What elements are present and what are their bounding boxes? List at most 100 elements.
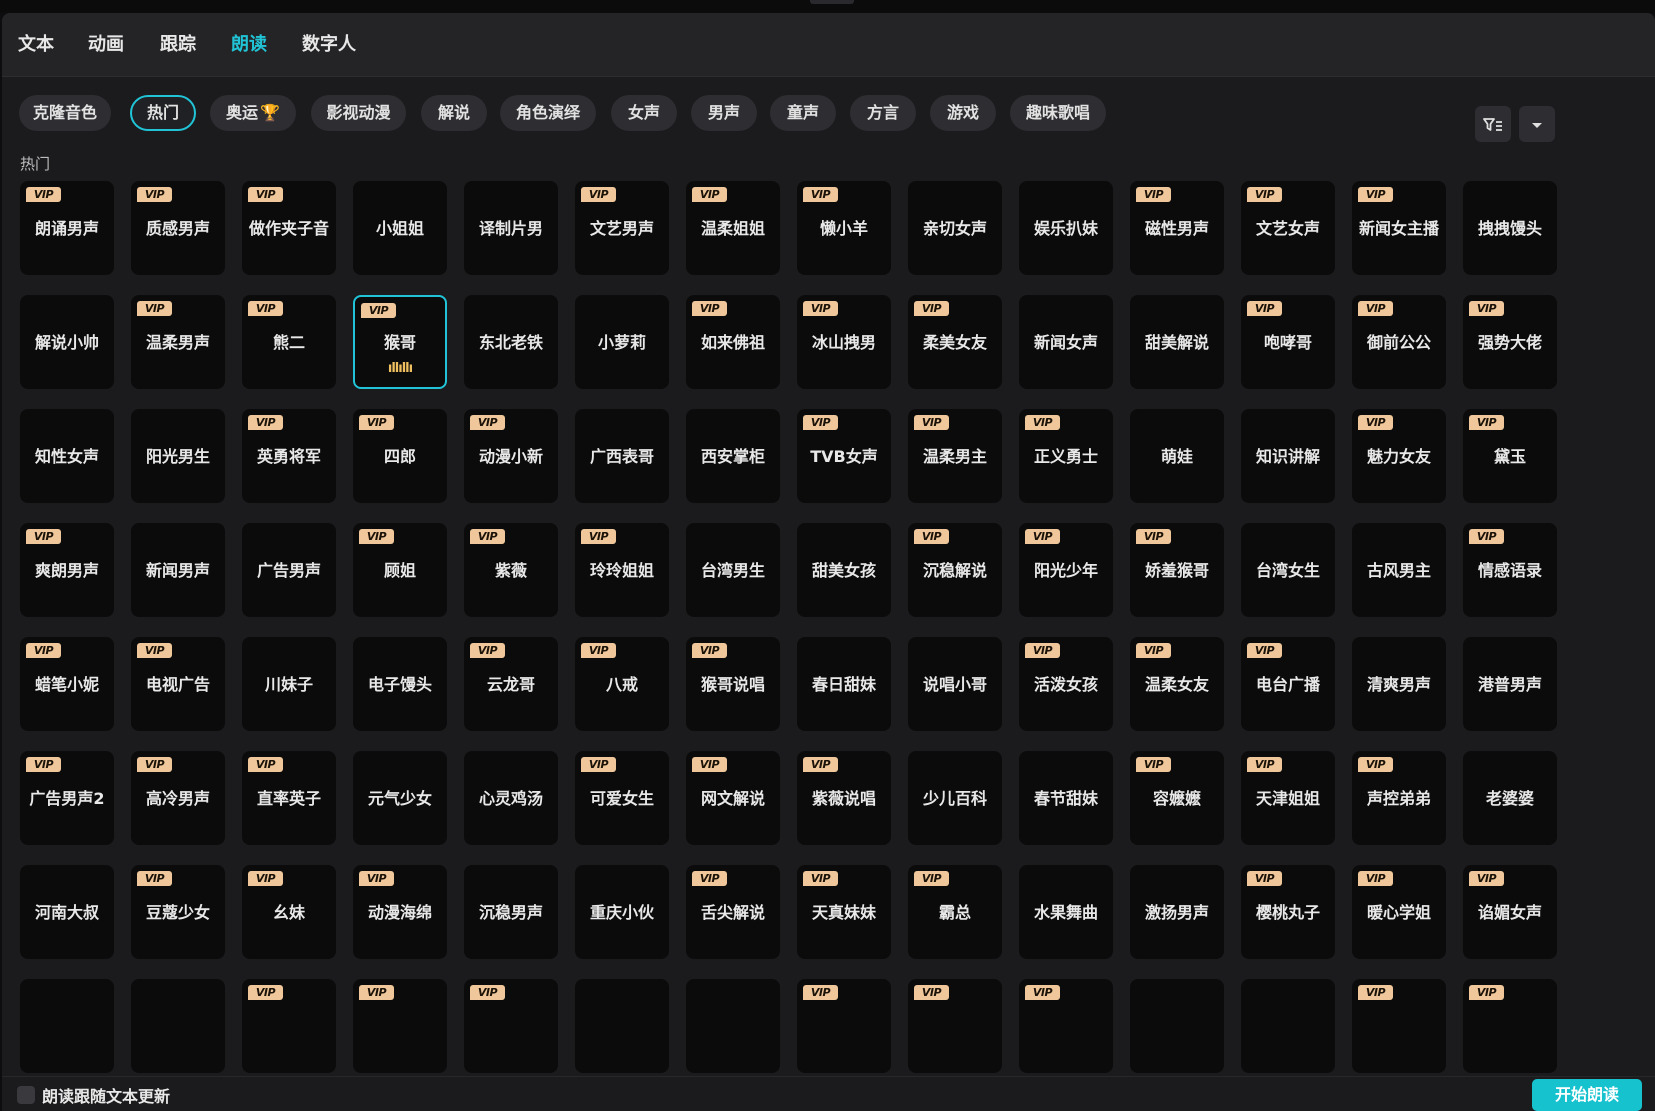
- voice-card[interactable]: 亲切女声: [908, 181, 1002, 275]
- filter-hot[interactable]: 热门: [130, 95, 196, 131]
- filter-role-play[interactable]: 角色演绎: [500, 95, 596, 131]
- voice-card[interactable]: VIP 猴哥 ıllıllı: [353, 295, 447, 389]
- voice-card[interactable]: [131, 979, 225, 1073]
- voice-card[interactable]: VIP: [353, 979, 447, 1073]
- voice-card[interactable]: VIP 咆哮哥: [1241, 295, 1335, 389]
- voice-card[interactable]: VIP 直率英子: [242, 751, 336, 845]
- voice-card[interactable]: VIP: [1019, 979, 1113, 1073]
- voice-card[interactable]: 沉稳男声: [464, 865, 558, 959]
- filter-sort-button[interactable]: [1475, 106, 1511, 142]
- voice-card[interactable]: VIP 豆蔻少女: [131, 865, 225, 959]
- voice-card[interactable]: 河南大叔: [20, 865, 114, 959]
- voice-card[interactable]: VIP 质感男声: [131, 181, 225, 275]
- voice-card[interactable]: VIP 紫薇: [464, 523, 558, 617]
- filter-male-voice[interactable]: 男声: [691, 95, 757, 131]
- tab-animation[interactable]: 动画: [88, 33, 124, 57]
- voice-card[interactable]: VIP 柔美女友: [908, 295, 1002, 389]
- voice-card[interactable]: VIP 阳光少年: [1019, 523, 1113, 617]
- voice-card[interactable]: 新闻女声: [1019, 295, 1113, 389]
- filter-film-anime[interactable]: 影视动漫: [311, 95, 406, 131]
- voice-card[interactable]: VIP 电台广播: [1241, 637, 1335, 731]
- voice-card[interactable]: VIP 樱桃丸子: [1241, 865, 1335, 959]
- voice-card[interactable]: 新闻男声: [131, 523, 225, 617]
- voice-card[interactable]: VIP TVB女声: [797, 409, 891, 503]
- voice-card[interactable]: VIP 温柔男声: [131, 295, 225, 389]
- start-reading-button[interactable]: 开始朗读: [1532, 1079, 1642, 1111]
- voice-card[interactable]: VIP 幺妹: [242, 865, 336, 959]
- voice-card[interactable]: 知性女声: [20, 409, 114, 503]
- voice-card[interactable]: VIP 娇羞猴哥: [1130, 523, 1224, 617]
- voice-card[interactable]: 清爽男声: [1352, 637, 1446, 731]
- voice-card[interactable]: VIP: [464, 979, 558, 1073]
- tab-read-aloud[interactable]: 朗读: [231, 33, 267, 57]
- voice-card[interactable]: 古风男主: [1352, 523, 1446, 617]
- voice-card[interactable]: VIP 冰山拽男: [797, 295, 891, 389]
- voice-card[interactable]: 心灵鸡汤: [464, 751, 558, 845]
- voice-card[interactable]: VIP 紫薇说唱: [797, 751, 891, 845]
- voice-card[interactable]: VIP 猴哥说唱: [686, 637, 780, 731]
- tab-text[interactable]: 文本: [18, 33, 54, 57]
- voice-card[interactable]: VIP 容嬷嬷: [1130, 751, 1224, 845]
- tab-digital-human[interactable]: 数字人: [302, 33, 356, 57]
- voice-card[interactable]: VIP 温柔男主: [908, 409, 1002, 503]
- filter-child-voice[interactable]: 童声: [770, 95, 836, 131]
- voice-card[interactable]: VIP 广告男声2: [20, 751, 114, 845]
- voice-card[interactable]: 老婆婆: [1463, 751, 1557, 845]
- voice-card[interactable]: 重庆小伙: [575, 865, 669, 959]
- voice-card[interactable]: 小萝莉: [575, 295, 669, 389]
- voice-card[interactable]: 春节甜妹: [1019, 751, 1113, 845]
- voice-card[interactable]: VIP 新闻女主播: [1352, 181, 1446, 275]
- voice-card[interactable]: 水果舞曲: [1019, 865, 1113, 959]
- drag-handle[interactable]: [810, 0, 854, 4]
- voice-card[interactable]: 台湾女生: [1241, 523, 1335, 617]
- voice-card[interactable]: VIP 温柔女友: [1130, 637, 1224, 731]
- voice-card[interactable]: VIP 玲玲姐姐: [575, 523, 669, 617]
- voice-card[interactable]: VIP: [797, 979, 891, 1073]
- voice-card[interactable]: VIP 可爱女生: [575, 751, 669, 845]
- voice-card[interactable]: VIP 朗诵男声: [20, 181, 114, 275]
- voice-card[interactable]: 元气少女: [353, 751, 447, 845]
- filter-olympics[interactable]: 奥运 🏆: [210, 95, 296, 131]
- filter-fun-singing[interactable]: 趣味歌唱: [1010, 95, 1106, 131]
- voice-card[interactable]: 甜美解说: [1130, 295, 1224, 389]
- voice-card[interactable]: 广西表哥: [575, 409, 669, 503]
- voice-card[interactable]: VIP 云龙哥: [464, 637, 558, 731]
- voice-card[interactable]: 激扬男声: [1130, 865, 1224, 959]
- voice-card[interactable]: VIP 文艺女声: [1241, 181, 1335, 275]
- voice-card[interactable]: VIP 熊二: [242, 295, 336, 389]
- voice-card[interactable]: VIP 动漫海绵: [353, 865, 447, 959]
- voice-card[interactable]: 港普男声: [1463, 637, 1557, 731]
- voice-card[interactable]: [20, 979, 114, 1073]
- voice-card[interactable]: VIP 蜡笔小妮: [20, 637, 114, 731]
- voice-card[interactable]: VIP 爽朗男声: [20, 523, 114, 617]
- filter-narration[interactable]: 解说: [421, 95, 487, 131]
- voice-card[interactable]: 广告男声: [242, 523, 336, 617]
- voice-card[interactable]: VIP: [1352, 979, 1446, 1073]
- voice-card[interactable]: 译制片男: [464, 181, 558, 275]
- expand-categories-button[interactable]: [1519, 106, 1555, 142]
- voice-card[interactable]: VIP 沉稳解说: [908, 523, 1002, 617]
- voice-card[interactable]: 西安掌柜: [686, 409, 780, 503]
- voice-card[interactable]: VIP 网文解说: [686, 751, 780, 845]
- voice-card[interactable]: VIP 动漫小新: [464, 409, 558, 503]
- voice-card[interactable]: VIP 高冷男声: [131, 751, 225, 845]
- voice-card[interactable]: [686, 979, 780, 1073]
- voice-card[interactable]: VIP 顾姐: [353, 523, 447, 617]
- filter-game[interactable]: 游戏: [930, 95, 996, 131]
- voice-card[interactable]: 少儿百科: [908, 751, 1002, 845]
- voice-card[interactable]: 川妹子: [242, 637, 336, 731]
- voice-card[interactable]: VIP 霸总: [908, 865, 1002, 959]
- voice-card[interactable]: VIP 做作夹子音: [242, 181, 336, 275]
- voice-card[interactable]: 东北老铁: [464, 295, 558, 389]
- voice-card[interactable]: 台湾男生: [686, 523, 780, 617]
- voice-card[interactable]: [1130, 979, 1224, 1073]
- voice-card[interactable]: VIP 英勇将军: [242, 409, 336, 503]
- voice-card[interactable]: VIP 谄媚女声: [1463, 865, 1557, 959]
- voice-card[interactable]: VIP 天真妹妹: [797, 865, 891, 959]
- filter-dialect[interactable]: 方言: [850, 95, 916, 131]
- tab-tracking[interactable]: 跟踪: [160, 33, 196, 57]
- follow-text-checkbox[interactable]: [17, 1086, 35, 1104]
- voice-card[interactable]: VIP 活泼女孩: [1019, 637, 1113, 731]
- voice-card[interactable]: VIP: [1463, 979, 1557, 1073]
- voice-card[interactable]: VIP 御前公公: [1352, 295, 1446, 389]
